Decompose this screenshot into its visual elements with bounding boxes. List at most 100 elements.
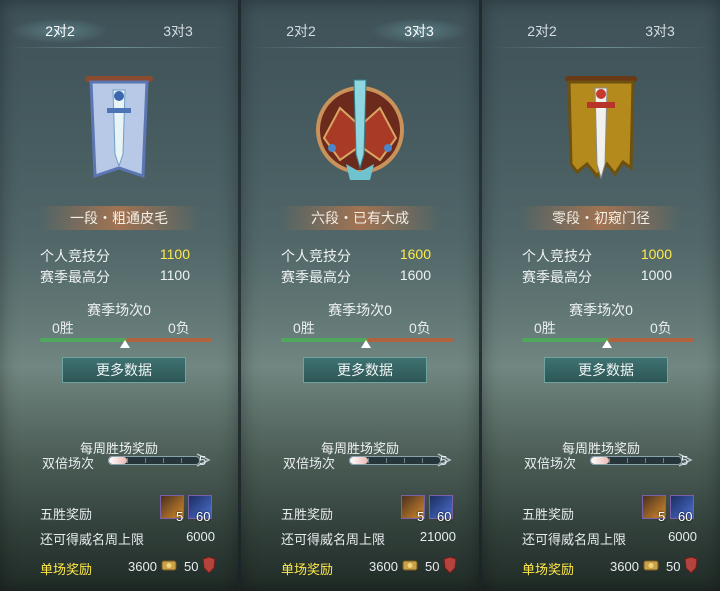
season-high-label: 赛季最高分: [281, 269, 351, 285]
double-matches-count: 5: [440, 453, 448, 468]
single-reward-value: 3600: [128, 559, 157, 574]
five-win-reward-label: 五胜奖励: [522, 507, 575, 522]
double-matches-count: 5: [199, 453, 207, 468]
personal-score-label: 个人竞技分: [281, 248, 351, 264]
personal-score-value: 1100: [159, 246, 190, 262]
single-reward-value: 50: [666, 559, 681, 574]
tab-3v3[interactable]: 3对3: [369, 18, 469, 44]
tab-3v3[interactable]: 3对3: [128, 18, 228, 44]
personal-score-value: 1000: [640, 246, 672, 262]
progress-tick: [609, 458, 610, 463]
progress-tick: [404, 458, 405, 463]
more-data-button[interactable]: 更多数据: [62, 357, 186, 383]
single-reward-value: 50: [184, 559, 199, 574]
weekly-cap-value: 6000: [186, 529, 215, 544]
five-win-reward-label: 五胜奖励: [281, 507, 334, 522]
win-loss-marker-icon: [602, 340, 612, 348]
tab-underline: [490, 47, 712, 48]
tab-3v3[interactable]: 3对3: [610, 18, 710, 44]
tab-2v2[interactable]: 2对2: [492, 18, 592, 44]
single-reward-value: 3600: [369, 559, 398, 574]
reward-item-count: 5: [658, 509, 666, 524]
rank-panel-1: 2对2 3对3 一段・粗通皮毛 个人竞技分 1100 赛季最高分 1100 赛季…: [0, 0, 238, 591]
more-data-button[interactable]: 更多数据: [303, 357, 427, 383]
progress-tick: [422, 458, 423, 463]
tab-2v2[interactable]: 2对2: [10, 18, 110, 44]
wins-count: 0胜: [52, 320, 74, 336]
season-high-value: 1000: [640, 267, 672, 283]
prestige-shield-icon: [443, 557, 457, 573]
prestige-shield-icon: [684, 557, 698, 573]
season-matches: 赛季场次0: [328, 302, 392, 318]
reward-item-count: 5: [417, 509, 425, 524]
mode-tabs: 2对2 3对3: [241, 14, 479, 48]
double-matches-progress: [590, 456, 682, 465]
season-high-value: 1600: [399, 267, 431, 283]
single-reward-value: 50: [425, 559, 440, 574]
rank-title: 六段・已有大成: [279, 206, 441, 230]
mode-tabs: 2对2 3对3: [482, 14, 720, 48]
rank-panel-2: 2对2 3对3 六段・已有大成 个人竞技分 1600 赛季最高分 1600 赛季…: [241, 0, 479, 591]
wins-count: 0胜: [293, 320, 315, 336]
progress-tick: [163, 458, 164, 463]
double-matches-progress: [349, 456, 441, 465]
single-match-reward-label: 单场奖励: [281, 562, 334, 577]
double-matches-progress: [108, 456, 200, 465]
five-win-reward-label: 五胜奖励: [40, 507, 93, 522]
tattered-gold-banner-sword-icon: [551, 68, 651, 193]
losses-count: 0负: [409, 320, 431, 336]
rank-panel-3: 2对2 3对3 零段・初窥门径 个人竞技分 1000 赛季最高分 1000 赛季…: [482, 0, 720, 591]
blue-banner-sword-icon: [69, 68, 169, 193]
tab-underline: [249, 47, 471, 48]
progress-tick: [663, 458, 664, 463]
progress-fill: [109, 457, 127, 464]
season-high-value: 1100: [159, 267, 190, 283]
season-matches: 赛季场次0: [569, 302, 633, 318]
weekly-cap-value: 21000: [419, 529, 456, 544]
season-high-label: 赛季最高分: [40, 269, 110, 285]
tab-2v2[interactable]: 2对2: [251, 18, 351, 44]
personal-score-label: 个人竞技分: [522, 248, 592, 264]
weekly-cap-label: 还可得威名周上限: [40, 532, 145, 547]
win-loss-marker-icon: [120, 340, 130, 348]
progress-tick: [627, 458, 628, 463]
reward-item-count: 5: [176, 509, 184, 524]
single-reward-value: 3600: [610, 559, 639, 574]
win-loss-marker-icon: [361, 340, 371, 348]
coin-currency-icon: [402, 560, 418, 571]
wins-count: 0胜: [534, 320, 556, 336]
reward-item-count: 60: [437, 509, 452, 524]
double-matches-label: 双倍场次: [524, 456, 577, 471]
reward-item-count: 60: [196, 509, 211, 524]
personal-score-value: 1600: [399, 246, 431, 262]
prestige-shield-icon: [202, 557, 216, 573]
progress-tick: [368, 458, 369, 463]
rank-title: 零段・初窥门径: [520, 206, 682, 230]
progress-fill: [591, 457, 609, 464]
double-matches-label: 双倍场次: [283, 456, 336, 471]
reward-item-count: 60: [678, 509, 693, 524]
weekly-cap-value: 6000: [668, 529, 697, 544]
ornate-crest-sword-icon: [310, 68, 410, 193]
weekly-cap-label: 还可得威名周上限: [281, 532, 386, 547]
progress-fill: [350, 457, 368, 464]
rank-title: 一段・粗通皮毛: [38, 206, 200, 230]
weekly-cap-label: 还可得威名周上限: [522, 532, 627, 547]
progress-tick: [145, 458, 146, 463]
coin-currency-icon: [161, 560, 177, 571]
progress-tick: [181, 458, 182, 463]
tab-underline: [8, 47, 230, 48]
progress-tick: [645, 458, 646, 463]
season-high-label: 赛季最高分: [522, 269, 592, 285]
double-matches-count: 5: [681, 453, 689, 468]
losses-count: 0负: [650, 320, 672, 336]
single-match-reward-label: 单场奖励: [40, 562, 93, 577]
personal-score-label: 个人竞技分: [40, 248, 110, 264]
double-matches-label: 双倍场次: [42, 456, 95, 471]
losses-count: 0负: [168, 320, 190, 336]
progress-tick: [127, 458, 128, 463]
coin-currency-icon: [643, 560, 659, 571]
more-data-button[interactable]: 更多数据: [544, 357, 668, 383]
season-matches: 赛季场次0: [87, 302, 151, 318]
single-match-reward-label: 单场奖励: [522, 562, 575, 577]
